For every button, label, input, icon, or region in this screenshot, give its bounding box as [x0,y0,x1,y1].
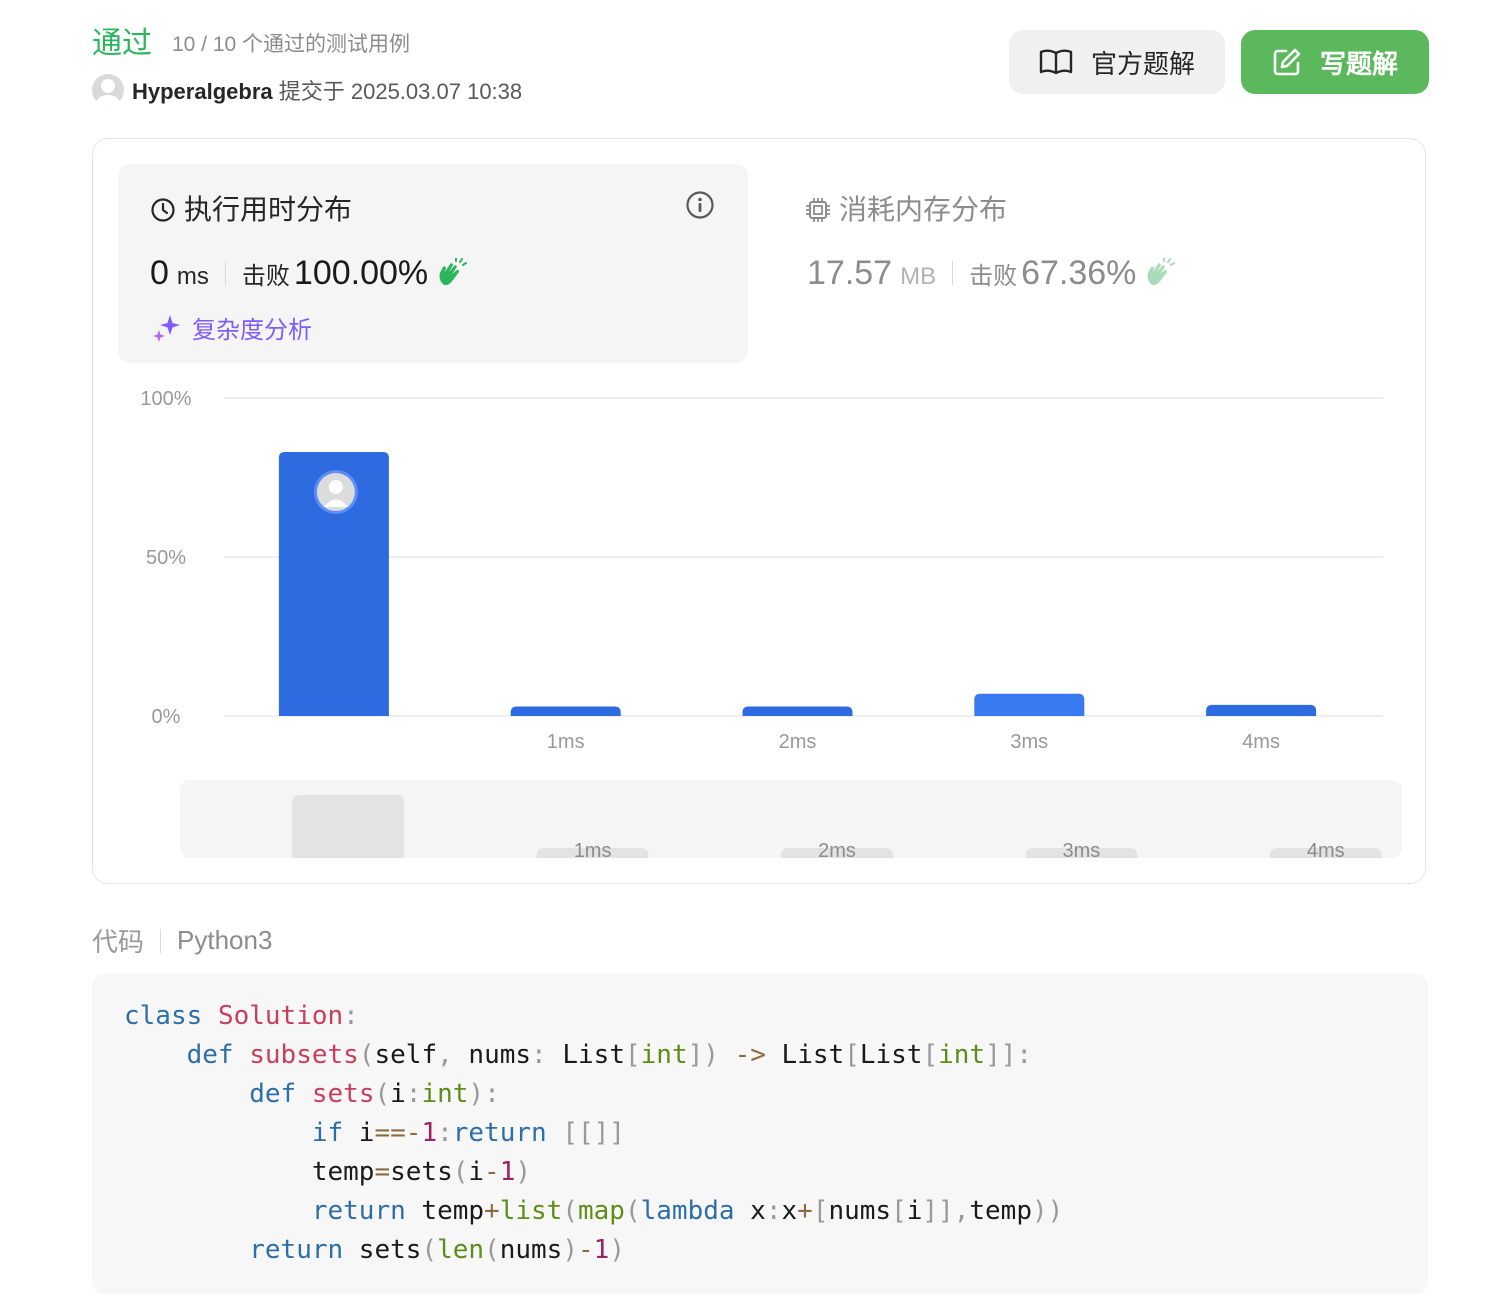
test-case-summary: 10 / 10 个通过的测试用例 [172,33,411,56]
minimap-label: 4ms [1307,840,1345,858]
runtime-unit: ms [176,263,209,290]
clock-icon [151,198,175,222]
divider [224,261,226,285]
chart-range-minimap[interactable]: 1ms 2ms 3ms 4ms [180,780,1402,858]
divider [952,261,954,285]
memory-tab[interactable]: 消耗内存分布 [805,193,1007,227]
book-icon [1039,49,1073,75]
runtime-title: 执行用时分布 [150,193,352,227]
chart-bar [974,693,1085,716]
minimap-label: 2ms [818,840,856,858]
x-tick-label: 3ms [1010,731,1048,753]
avatar[interactable] [92,74,124,106]
minimap-label: 1ms [574,840,612,858]
avatar-head-icon [328,480,343,495]
clap-icon [1147,258,1176,286]
memory-beat-percent: 67.36% [1021,254,1137,292]
memory-title-text: 消耗内存分布 [839,194,1008,225]
username-link[interactable]: Hyperalgebra [132,79,273,104]
chart-bar [742,706,853,716]
y-tick-label: 50% [146,547,186,569]
edit-icon [1273,48,1301,76]
x-tick-label: 1ms [547,731,585,753]
code-header: 代码 Python3 [92,922,272,959]
chart-bar [510,706,621,716]
info-icon[interactable] [685,190,715,225]
write-solution-label: 写题解 [1319,48,1398,79]
memory-beat-label: 击败 [969,263,1018,290]
memory-unit: MB [900,263,937,290]
code-label: 代码 [92,927,145,957]
submitted-time: 提交于 2025.03.07 10:38 [278,79,523,104]
code-language: Python3 [177,925,273,955]
x-tick-label: 2ms [779,731,817,753]
y-tick-label: 0% [152,706,181,728]
submission-status: 通过 [92,27,152,60]
chart-bar [1206,704,1317,716]
complexity-analysis-label: 复杂度分析 [192,317,312,344]
user-avatar-icon [96,79,120,106]
runtime-beat-label: 击败 [241,263,290,290]
memory-stats: 17.57 MB 击败 67.36% [807,252,1176,294]
minimap-label: 3ms [1063,840,1101,858]
y-tick-label: 100% [140,388,191,410]
runtime-title-text: 执行用时分布 [184,194,353,225]
complexity-analysis-link[interactable]: 复杂度分析 [152,310,312,345]
memory-value: 17.57 [807,254,893,292]
x-tick-label: 4ms [1242,731,1280,753]
write-solution-button[interactable]: 写题解 [1241,30,1429,94]
minimap-bar [292,794,405,858]
runtime-stats: 0 ms 击败 100.00% [150,252,468,294]
runtime-beat-percent: 100.00% [293,254,429,292]
runtime-value: 0 [150,254,169,292]
submission-meta: Hyperalgebra 提交于 2025.03.07 10:38 [132,78,522,106]
sparkle-icon [153,314,180,342]
divider [160,928,162,953]
official-solution-label: 官方题解 [1090,48,1195,79]
official-solution-button[interactable]: 官方题解 [1009,30,1225,94]
chip-icon [806,198,830,222]
runtime-distribution-chart: 100% 50% 0% 1ms 2ms 3ms 4ms [140,388,1383,753]
source-code: class Solution: def subsets(self, nums: … [124,1001,1064,1265]
clap-icon [439,258,468,286]
